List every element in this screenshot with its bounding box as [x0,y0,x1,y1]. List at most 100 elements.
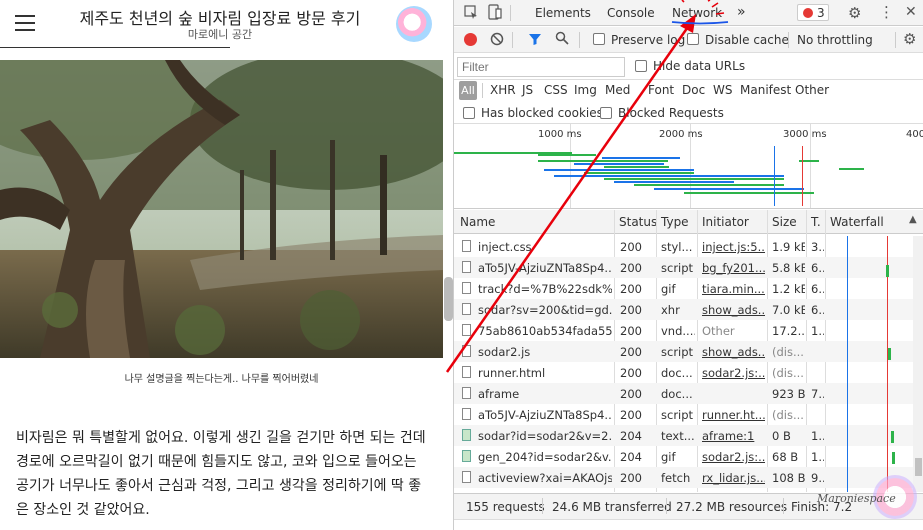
table-row[interactable]: aTo5JV-AjziuZNTa8Sp4... 200 script runner.h… [454,404,913,425]
resources-size: 27.2 MB resources [676,500,788,514]
request-size: 5.8 kB [772,261,805,275]
menu-icon[interactable] [15,15,35,31]
request-name: aTo5JV-AjziuZNTa8Sp4... [478,261,612,275]
filter-input[interactable] [457,57,625,77]
table-row[interactable]: track?d=%7B%22sdk%... 200 gif tiara.min....… [454,278,913,299]
filter-icon[interactable] [528,32,542,50]
watermark: Maroniespace [817,492,896,505]
request-time: 3... [811,240,824,254]
request-size: 108 B [772,471,805,485]
type-manifest[interactable]: Manifest [740,83,791,97]
table-row[interactable]: sodar2.js 200 script show_ads... (dis... [454,341,913,362]
request-status: 204 [620,450,642,464]
type-all[interactable]: All [459,81,477,100]
file-icon [462,303,471,315]
timeline-overview[interactable]: 1000 ms 2000 ms 3000 ms 4000 [454,124,923,209]
request-initiator[interactable]: tiara.min.... [702,282,765,296]
col-name[interactable]: Name [460,215,495,229]
request-list-scroll-thumb[interactable] [915,458,922,476]
request-status: 200 [620,324,642,338]
request-type: fetch [661,471,691,485]
col-time[interactable]: T. [811,215,821,229]
type-other[interactable]: Other [795,83,829,97]
request-list-scrollbar[interactable] [913,236,923,492]
avatar[interactable] [396,6,432,42]
inspect-icon[interactable] [464,5,478,23]
request-initiator[interactable]: show_ads... [702,303,765,317]
devtools-tabbar: Elements Console Network » 3 ⚙ ⋮ ✕ [454,0,923,26]
tab-network[interactable]: Network [672,6,722,20]
has-blocked-cookies-checkbox[interactable] [463,107,475,119]
request-size: (dis... [772,366,804,380]
settings-gear-icon[interactable]: ⚙ [848,4,861,22]
request-time: 1... [811,429,824,443]
col-waterfall[interactable]: Waterfall [830,215,884,229]
throttling-select[interactable]: No throttling [797,33,873,47]
request-initiator[interactable]: inject.js:5... [702,240,765,254]
type-xhr[interactable]: XHR [490,83,516,97]
drawer-strip [454,519,923,530]
file-icon [462,471,471,483]
request-initiator[interactable]: Other [702,324,765,338]
request-time: 9... [811,471,824,485]
type-img[interactable]: Img [574,83,597,97]
network-settings-gear-icon[interactable]: ⚙ [903,30,916,48]
kebab-menu-icon[interactable]: ⋮ [879,3,894,21]
type-ws[interactable]: WS [713,83,732,97]
post-body: 비자림은 뭐 특별할게 없어요. 이렇게 생긴 길을 걷기만 하면 되는 건데 … [16,430,426,518]
request-initiator[interactable]: bg_fy201... [702,261,765,275]
table-row[interactable]: aframe 200 doc... 923 B 7... [454,383,913,404]
col-type[interactable]: Type [661,215,689,229]
table-row[interactable]: activeview?xai=AKAOjs... 200 fetch rx_lidar… [454,467,913,488]
sort-up-icon[interactable]: ▲ [909,214,917,225]
table-row[interactable]: sodar?sv=200&tid=gd... 200 xhr show_ads... 7… [454,299,913,320]
table-row[interactable]: 75ab8610ab534fada55... 200 vnd.... Other 17.… [454,320,913,341]
type-doc[interactable]: Doc [682,83,705,97]
request-initiator[interactable]: aframe:1 [702,429,765,443]
error-badge[interactable]: 3 [797,4,829,21]
request-initiator[interactable]: sodar2.js:... [702,450,765,464]
request-initiator[interactable]: show_ads... [702,345,765,359]
table-row[interactable]: aTo5JV-AjziuZNTa8Sp4... 200 script bg_fy201… [454,257,913,278]
tab-elements[interactable]: Elements [535,6,591,20]
table-row[interactable]: inject.css 200 styl... inject.js:5... 1.9 kB… [454,236,913,257]
table-row[interactable]: gen_204?id=sodar2&v... 204 gif sodar2.js:..… [454,446,913,467]
request-initiator[interactable]: sodar2.js:... [702,366,765,380]
table-row[interactable]: sodar?id=sodar2&v=2... 204 text... aframe:1… [454,425,913,446]
request-name: sodar?id=sodar2&v=2... [478,429,612,443]
blog-pane: 제주도 천년의 숲 비자림 입장료 방문 후기 마로에니 공간 나무 설명글을 … [0,0,443,530]
request-table-header: Name Status Type Initiator Size T. Water… [454,210,923,234]
hide-data-urls-checkbox[interactable] [635,60,647,72]
tab-console[interactable]: Console [607,6,655,20]
request-type: script [661,261,694,275]
type-css[interactable]: CSS [544,83,568,97]
request-initiator[interactable]: rx_lidar.js... [702,471,765,485]
table-row[interactable]: runner.html 200 doc... sodar2.js:... (dis... [454,362,913,383]
record-icon[interactable] [464,33,477,46]
request-initiator[interactable]: runner.ht... [702,408,765,422]
request-status: 200 [620,303,642,317]
request-name: sodar?sv=200&tid=gd... [478,303,612,317]
blog-name[interactable]: 마로에니 공간 [60,26,380,42]
clear-icon[interactable] [490,32,504,50]
more-tabs-icon[interactable]: » [737,4,746,20]
col-status[interactable]: Status [619,215,657,229]
col-size[interactable]: Size [772,215,797,229]
blog-scrollbar[interactable] [444,277,453,321]
blocked-requests-label: Blocked Requests [618,106,724,120]
request-size: 923 B [772,387,805,401]
network-toolbar: Preserve log Disable cache No throttling… [454,27,923,53]
request-name: sodar2.js [478,345,531,359]
disable-cache-checkbox[interactable] [687,33,699,45]
type-font[interactable]: Font [648,83,674,97]
preserve-log-checkbox[interactable] [593,33,605,45]
type-js[interactable]: JS [522,83,533,97]
file-icon [462,282,471,294]
request-name: 75ab8610ab534fada55... [478,324,612,338]
col-initiator[interactable]: Initiator [702,215,749,229]
type-media[interactable]: Media [605,83,631,97]
blocked-requests-checkbox[interactable] [600,107,612,119]
device-toolbar-icon[interactable] [488,4,502,24]
close-icon[interactable]: ✕ [905,4,917,20]
search-icon[interactable] [555,31,569,49]
